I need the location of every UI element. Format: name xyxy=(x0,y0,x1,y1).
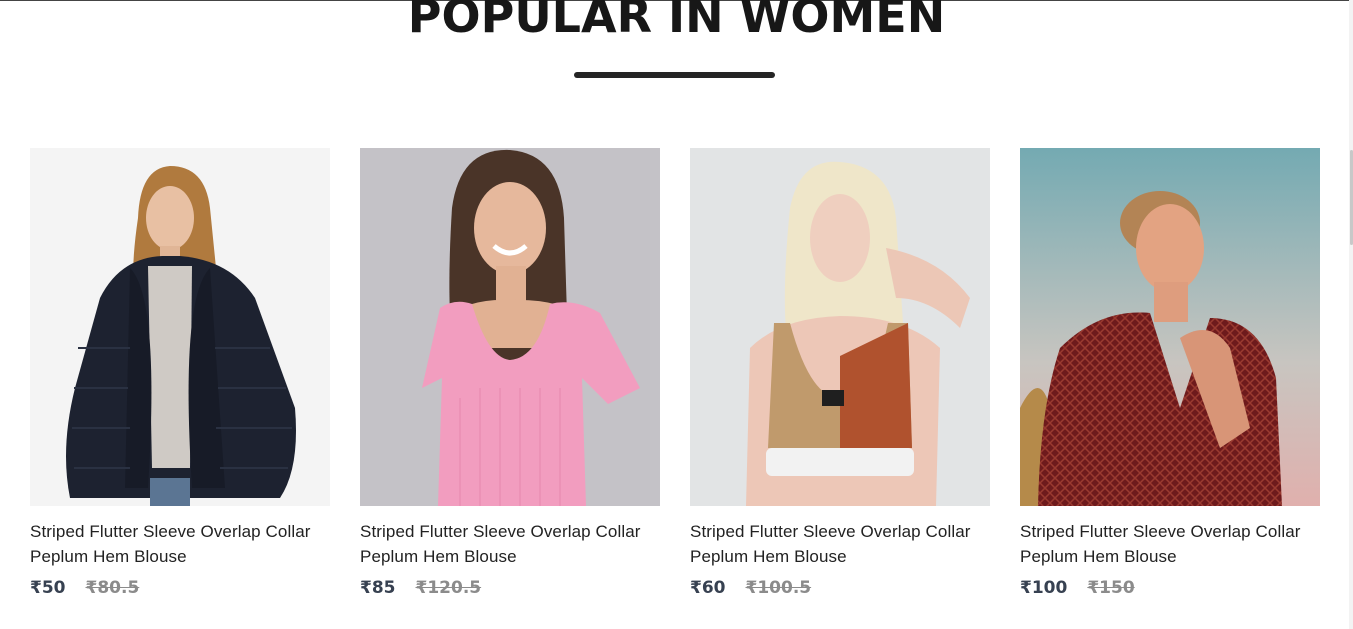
product-image[interactable] xyxy=(1020,148,1320,506)
old-price: ₹150 xyxy=(1087,578,1135,598)
product-card[interactable]: Striped Flutter Sleeve Overlap Collar Pe… xyxy=(1020,148,1320,598)
scrollbar[interactable] xyxy=(1349,0,1353,629)
product-name[interactable]: Striped Flutter Sleeve Overlap Collar Pe… xyxy=(360,519,660,569)
price-row: ₹100 ₹150 xyxy=(1020,578,1320,598)
price-row: ₹85 ₹120.5 xyxy=(360,578,660,598)
woman-black-fur-jacket-image xyxy=(30,148,330,506)
woman-pink-top-image xyxy=(360,148,660,506)
woman-sports-crop-top-image xyxy=(690,148,990,506)
product-name[interactable]: Striped Flutter Sleeve Overlap Collar Pe… xyxy=(30,519,330,569)
product-image[interactable] xyxy=(360,148,660,506)
woman-red-patterned-blouse-image xyxy=(1020,148,1320,506)
product-grid: Striped Flutter Sleeve Overlap Collar Pe… xyxy=(30,148,1320,598)
product-card[interactable]: Striped Flutter Sleeve Overlap Collar Pe… xyxy=(690,148,990,598)
section-title: POPULAR IN WOMEN xyxy=(407,0,946,43)
product-card[interactable]: Striped Flutter Sleeve Overlap Collar Pe… xyxy=(360,148,660,598)
new-price: ₹85 xyxy=(360,578,396,598)
old-price: ₹80.5 xyxy=(85,578,140,598)
new-price: ₹100 xyxy=(1020,578,1068,598)
price-row: ₹60 ₹100.5 xyxy=(690,578,990,598)
new-price: ₹60 xyxy=(690,578,726,598)
product-name[interactable]: Striped Flutter Sleeve Overlap Collar Pe… xyxy=(690,519,990,569)
old-price: ₹120.5 xyxy=(415,578,482,598)
product-name[interactable]: Striped Flutter Sleeve Overlap Collar Pe… xyxy=(1020,519,1320,569)
old-price: ₹100.5 xyxy=(745,578,812,598)
product-card[interactable]: Striped Flutter Sleeve Overlap Collar Pe… xyxy=(30,148,330,598)
price-row: ₹50 ₹80.5 xyxy=(30,578,330,598)
page: POPULAR IN WOMEN Striped Flutter Sleeve … xyxy=(0,0,1353,629)
product-image[interactable] xyxy=(30,148,330,506)
new-price: ₹50 xyxy=(30,578,66,598)
title-underline xyxy=(574,72,775,78)
product-image[interactable] xyxy=(690,148,990,506)
